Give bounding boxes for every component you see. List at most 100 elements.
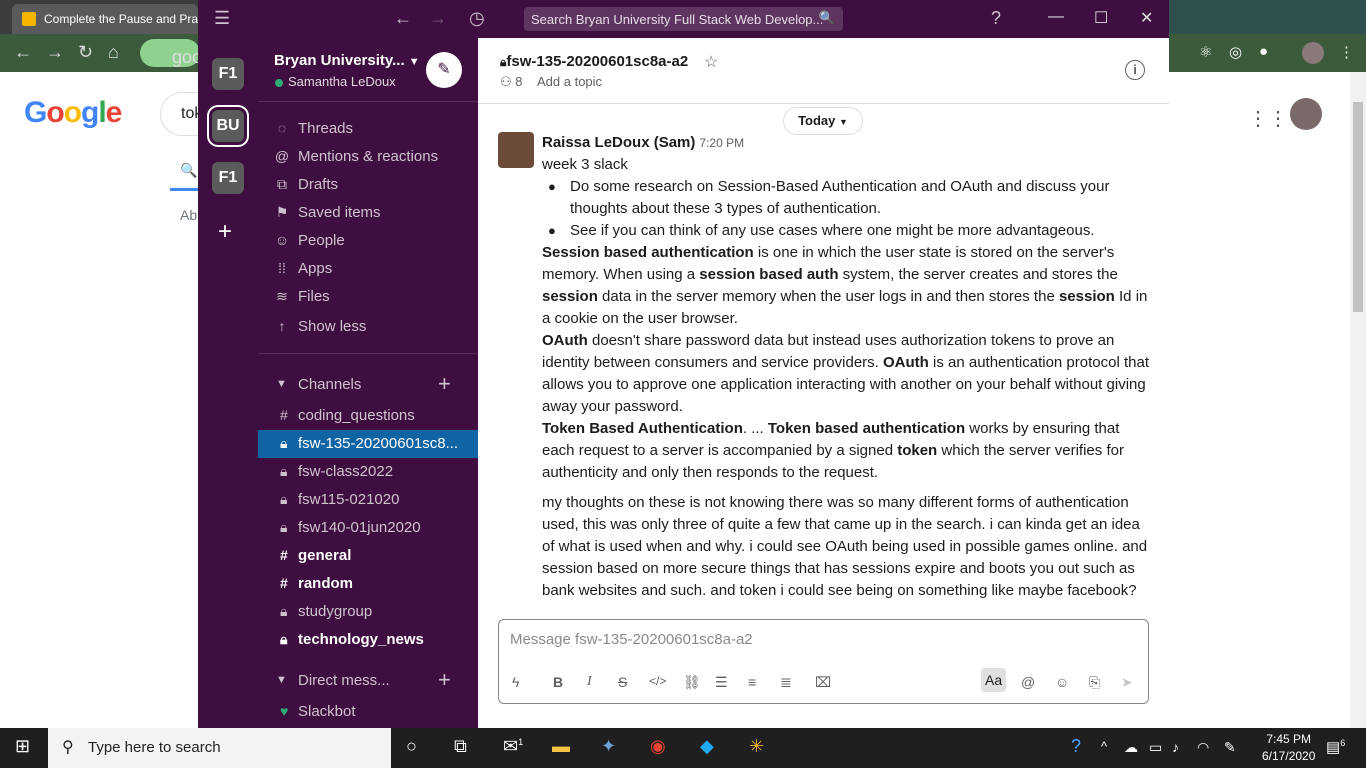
bulleted-list-icon[interactable]: ≡ xyxy=(748,674,756,690)
close-icon[interactable]: ✕ xyxy=(1140,8,1153,28)
extension-icon[interactable]: ◎ xyxy=(1229,43,1242,61)
add-topic-link[interactable]: Add a topic xyxy=(537,74,602,89)
channel-random[interactable]: # random xyxy=(258,570,478,598)
profile-avatar[interactable] xyxy=(1302,42,1324,64)
compose-icon[interactable]: ✎ xyxy=(426,52,462,88)
channel-title[interactable]: 🔒︎fsw-135-20200601sc8a-a2 xyxy=(500,53,688,70)
google-account-avatar[interactable] xyxy=(1290,98,1322,130)
date-divider[interactable]: Today ▼ xyxy=(783,107,863,135)
workspace-f1-second[interactable]: F1 xyxy=(212,162,244,194)
emoji-icon[interactable]: ☺ xyxy=(1055,674,1069,690)
message-sender[interactable]: Raissa LeDoux (Sam) xyxy=(542,134,695,151)
message-input[interactable]: Message fsw-135-20200601sc8a-a2 xyxy=(510,631,753,648)
windows-start-icon[interactable]: ⊞ xyxy=(15,736,30,757)
hash-icon: # xyxy=(280,407,288,423)
info-icon[interactable]: i xyxy=(1125,60,1145,80)
app-icon[interactable]: ✦ xyxy=(601,736,616,757)
add-dm-icon[interactable]: + xyxy=(438,667,451,693)
shortcuts-icon[interactable]: ϟ xyxy=(512,674,519,690)
pen-icon[interactable]: ✎ xyxy=(1224,739,1236,756)
sidebar-item-drafts[interactable]: ⧉ Drafts xyxy=(258,170,478,198)
history-forward-icon[interactable]: → xyxy=(429,8,447,29)
strikethrough-icon[interactable]: S xyxy=(618,674,627,690)
react-extension-icon[interactable]: ⚛ xyxy=(1199,43,1212,61)
google-apps-icon[interactable]: ⋮⋮⋮ xyxy=(1248,106,1308,130)
channel-technology-news[interactable]: 🔒︎ technology_news xyxy=(258,626,478,654)
dm-slackbot[interactable]: ♥ Slackbot xyxy=(258,698,478,726)
system-clock[interactable]: 7:45 PM 6/17/2020 xyxy=(1262,731,1315,765)
code-icon[interactable]: </> xyxy=(649,674,666,688)
channels-section-header[interactable]: ▼ Channels + xyxy=(258,370,478,398)
history-icon[interactable]: ◷ xyxy=(469,8,485,29)
minimize-icon[interactable]: — xyxy=(1048,8,1064,26)
message-composer[interactable]: Message fsw-135-20200601sc8a-a2 ϟ B I S … xyxy=(498,619,1149,704)
avatar[interactable] xyxy=(498,132,534,168)
send-icon[interactable]: ➤ xyxy=(1121,674,1133,691)
mail-icon[interactable]: ✉1 xyxy=(503,736,523,757)
channel-fsw115[interactable]: 🔒︎ fsw115-021020 xyxy=(258,486,478,514)
extension-icon-2[interactable]: ● xyxy=(1259,43,1268,60)
blockquote-icon[interactable]: ≣ xyxy=(780,674,792,691)
sidebar-item-threads[interactable]: ◌ Threads xyxy=(258,114,478,142)
italic-icon[interactable]: I xyxy=(587,674,592,690)
channel-fsw140[interactable]: 🔒︎ fsw140-01jun2020 xyxy=(258,514,478,542)
slack-search-box[interactable]: Search Bryan University Full Stack Web D… xyxy=(524,7,843,31)
back-icon[interactable]: ← xyxy=(14,42,32,63)
cortana-icon[interactable]: ○ xyxy=(406,736,417,757)
bold-icon[interactable]: B xyxy=(553,674,563,690)
message-time[interactable]: 7:20 PM xyxy=(699,136,744,150)
taskbar-search[interactable]: ⚲ Type here to search xyxy=(48,728,391,768)
scrollbar-thumb[interactable] xyxy=(1353,102,1363,312)
file-explorer-icon[interactable]: ▬ xyxy=(552,736,570,757)
link-icon[interactable]: ⛓ xyxy=(683,674,701,691)
maximize-icon[interactable]: ☐ xyxy=(1094,8,1108,28)
member-count[interactable]: ⚇ 8 xyxy=(500,74,523,90)
star-icon[interactable]: ☆ xyxy=(704,52,718,72)
vscode-icon[interactable]: ◆ xyxy=(700,736,714,757)
help-icon[interactable]: ? xyxy=(991,8,1001,29)
attach-icon[interactable]: ⎘ xyxy=(1089,674,1100,691)
browser-tab[interactable]: Complete the Pause and Prac xyxy=(12,4,198,34)
channel-fsw-class2022[interactable]: 🔒︎ fsw-class2022 xyxy=(258,458,478,486)
address-bar[interactable]: goo xyxy=(140,39,202,67)
mention-icon[interactable]: @ xyxy=(1021,674,1035,690)
workspace-bu[interactable]: BU xyxy=(212,110,244,142)
help-tray-icon[interactable]: ? xyxy=(1071,736,1081,757)
add-channel-icon[interactable]: + xyxy=(438,371,451,397)
notifications-icon[interactable]: ▤6 xyxy=(1326,738,1345,756)
code-block-icon[interactable]: ⌧ xyxy=(815,674,831,691)
dm-section-header[interactable]: ▼ Direct mess... + xyxy=(258,666,478,694)
history-back-icon[interactable]: ← xyxy=(394,8,412,29)
slack-icon[interactable]: ✳ xyxy=(749,736,764,757)
sidebar-item-mentions[interactable]: @ Mentions & reactions xyxy=(258,142,478,170)
sidebar-item-apps[interactable]: ⁞⁞ Apps xyxy=(258,254,478,282)
workspace-f1[interactable]: F1 xyxy=(212,58,244,90)
channel-coding-questions[interactable]: # coding_questions xyxy=(258,402,478,430)
battery-icon[interactable]: ▭ xyxy=(1149,739,1162,756)
forward-icon[interactable]: → xyxy=(46,42,64,63)
task-view-icon[interactable]: ⧉ xyxy=(454,736,467,757)
wifi-icon[interactable]: ◠ xyxy=(1197,739,1209,756)
channel-general[interactable]: # general xyxy=(258,542,478,570)
channel-studygroup[interactable]: 🔒︎ studygroup xyxy=(258,598,478,626)
search-tab-icon[interactable]: 🔍 xyxy=(180,162,197,179)
add-workspace-icon[interactable]: + xyxy=(218,218,232,246)
workspace-name[interactable]: Bryan University... ▼ xyxy=(274,52,420,69)
home-icon[interactable]: ⌂ xyxy=(108,42,119,63)
browser-scrollbar[interactable] xyxy=(1350,72,1366,728)
sidebar-header[interactable]: Bryan University... ▼ Samantha LeDoux ✎ xyxy=(258,38,478,102)
formatting-toggle-button[interactable]: Aa xyxy=(981,668,1007,692)
volume-icon[interactable]: ♪ xyxy=(1172,739,1179,755)
sidebar-item-show-less[interactable]: ↑ Show less xyxy=(258,312,478,340)
menu-kebab-icon[interactable]: ⋮ xyxy=(1339,43,1354,61)
chrome-icon[interactable]: ◉ xyxy=(650,736,666,757)
reload-icon[interactable]: ↻ xyxy=(78,42,93,63)
channel-fsw-135[interactable]: 🔒︎ fsw-135-20200601sc8... xyxy=(258,430,478,458)
sidebar-item-files[interactable]: ≋ Files xyxy=(258,282,478,310)
ordered-list-icon[interactable]: ☰ xyxy=(715,674,728,691)
sidebar-item-people[interactable]: ☺ People xyxy=(258,226,478,254)
cloud-icon[interactable]: ☁ xyxy=(1124,739,1138,756)
hamburger-menu-icon[interactable]: ☰ xyxy=(214,8,230,29)
sidebar-item-saved[interactable]: ⚑ Saved items xyxy=(258,198,478,226)
chevron-up-icon[interactable]: ^ xyxy=(1101,739,1107,754)
